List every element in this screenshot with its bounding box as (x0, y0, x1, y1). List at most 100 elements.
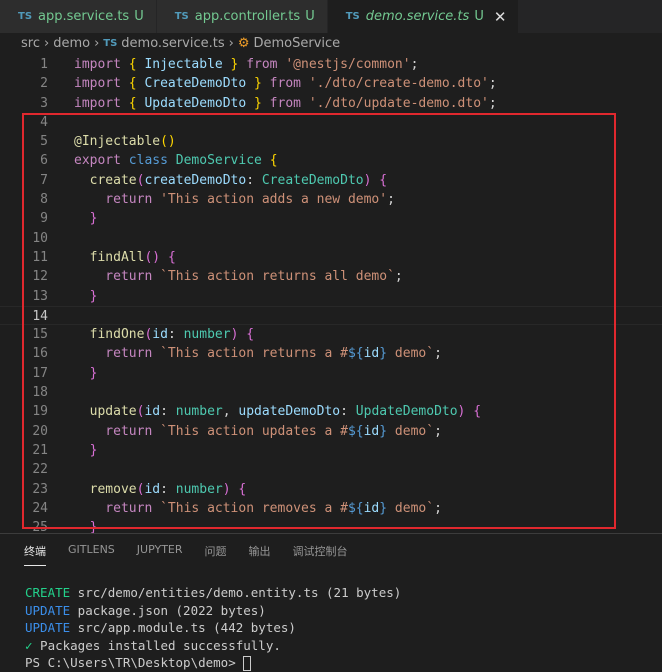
code-token: from (261, 95, 309, 111)
git-status: U (474, 9, 484, 24)
code-line: 16 return `This action returns a #${id} … (0, 344, 662, 363)
code-token: : (340, 404, 356, 420)
panel-tab[interactable]: GITLENS (68, 543, 115, 566)
code-token: ; (434, 346, 442, 362)
typescript-icon: TS (18, 11, 33, 22)
code-token: number (183, 327, 231, 343)
terminal-output[interactable]: CREATE src/demo/entities/demo.entity.ts … (25, 584, 401, 672)
class-symbol-icon: ⚙ (237, 36, 250, 51)
code-token: return (74, 269, 153, 285)
code-token: { (128, 57, 137, 72)
code-token: : (246, 172, 262, 188)
panel-tab[interactable]: 调试控制台 (293, 543, 348, 566)
code-line: 8 return 'This action adds a new demo'; (0, 190, 662, 209)
line-text: } (74, 209, 98, 228)
code-token: { (238, 481, 247, 497)
code-token: updateDemoDto (238, 404, 341, 420)
code-token: ; (488, 95, 497, 111)
code-token: update (74, 404, 137, 420)
line-text: import { Injectable } from '@nestjs/comm… (74, 55, 418, 74)
line-number: 5 (40, 134, 48, 150)
editor-tabs: TS app.service.ts U TS app.controller.ts U T… (0, 0, 662, 33)
line-number: 7 (40, 172, 48, 188)
breadcrumb-symbol[interactable]: DemoService (254, 36, 341, 51)
code-line: 7 create(createDemoDto: CreateDemoDto) { (0, 171, 662, 190)
code-line: 14 (0, 305, 662, 326)
line-text: return `This action returns all demo`; (74, 267, 403, 286)
line-text: } (74, 287, 98, 306)
line-text: } (74, 364, 98, 383)
code-token: ${ (347, 346, 364, 362)
code-token: { (128, 95, 137, 111)
code-token: createDemoDto (144, 172, 247, 188)
typescript-icon: TS (103, 38, 118, 49)
panel-tab[interactable]: JUPYTER (137, 543, 183, 566)
code-token: from (238, 57, 286, 72)
code-token: CreateDemoDto (261, 172, 364, 188)
git-status: U (134, 9, 144, 24)
terminal-text: package.json (2022 bytes) (70, 602, 266, 618)
close-icon[interactable]: ✕ (494, 8, 507, 26)
line-number: 18 (32, 385, 48, 401)
code-token: { (246, 327, 255, 343)
code-token: id (144, 481, 161, 497)
panel-tab[interactable]: 终端 (24, 543, 46, 566)
breadcrumb-demo[interactable]: demo (53, 36, 90, 51)
code-token: create (74, 172, 137, 188)
code-token: ; (488, 76, 497, 92)
code-token: } (379, 500, 388, 516)
code-line: 10 (0, 229, 662, 248)
tab-app-controller[interactable]: TS app.controller.ts U (156, 0, 328, 33)
code-editor[interactable]: 1 import { Injectable } from '@nestjs/com… (0, 55, 662, 533)
breadcrumb-src[interactable]: src (21, 36, 40, 51)
git-status: U (305, 9, 315, 24)
code-token: `This action removes a # (152, 500, 348, 516)
code-token: } (74, 520, 98, 533)
line-number: 25 (32, 520, 48, 533)
code-token: from (261, 76, 309, 92)
code-token: export (74, 153, 121, 169)
code-token: ) (222, 481, 231, 497)
line-text: @Injectable() (74, 132, 176, 151)
tab-label: demo.service.ts (365, 9, 470, 24)
panel-tab[interactable]: 问题 (205, 543, 227, 566)
code-line: 23 remove(id: number) { (0, 480, 662, 499)
code-line: 24 return `This action removes a #${id} … (0, 499, 662, 518)
code-token: @ (74, 134, 82, 150)
code-token: ; (434, 500, 442, 516)
terminal-line: ✓ Packages installed successfully. (25, 637, 401, 655)
code-token: } (74, 442, 98, 458)
code-token: { (379, 172, 388, 188)
code-token: ; (394, 269, 403, 285)
code-line: 6 export class DemoService { (0, 151, 662, 170)
code-token: () (160, 134, 176, 150)
code-token: } (74, 365, 98, 381)
line-number: 12 (32, 269, 48, 285)
code-token: return (74, 192, 153, 208)
tab-demo-service[interactable]: TS demo.service.ts U ✕ (327, 0, 520, 33)
code-line: 17 } (0, 364, 662, 383)
code-token: : (160, 481, 176, 497)
code-line: 25 } (0, 518, 662, 533)
line-number: 8 (40, 192, 48, 208)
tab-app-service[interactable]: TS app.service.ts U (0, 0, 157, 33)
code-token: './dto/create-demo.dto' (308, 76, 489, 92)
code-token: { (473, 404, 482, 420)
breadcrumb-file[interactable]: demo.service.ts (121, 36, 224, 51)
code-token: } (74, 211, 98, 227)
breadcrumb: src › demo › TS demo.service.ts › ⚙ DemoSer… (21, 36, 340, 51)
code-token: class (120, 153, 176, 169)
code-token: { (269, 153, 278, 169)
code-token: 'This action adds a new demo' (152, 192, 388, 208)
code-token: '@nestjs/common' (285, 57, 411, 72)
terminal-line: UPDATE src/app.module.ts (442 bytes) (25, 619, 401, 637)
code-token: id (363, 500, 380, 516)
line-number: 21 (32, 442, 48, 458)
code-token: id (363, 423, 380, 439)
code-line: 13 } (0, 287, 662, 306)
line-number: 11 (32, 249, 48, 265)
code-token: ; (434, 423, 442, 439)
panel-tab[interactable]: 输出 (249, 543, 271, 566)
